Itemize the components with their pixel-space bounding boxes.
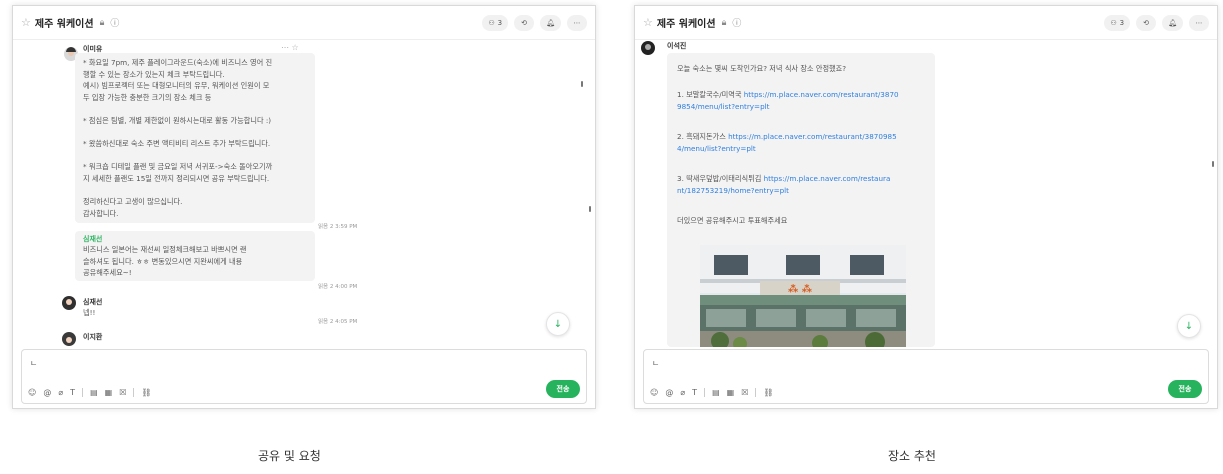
reply-text: 비즈니스 일본어는 재선씨 일정체크해보고 바쁘시면 랜 슬하셔도 됩니다. ㅎ…	[83, 245, 247, 278]
notification-button[interactable]: 🔔︎	[540, 14, 561, 31]
reply-bubble: 심재선 비즈니스 일본어는 재선씨 일정체크해보고 바쁘시면 랜 슬하셔도 됩니…	[75, 231, 315, 281]
mention-icon[interactable]: @	[665, 388, 673, 397]
more-button[interactable]: ⋯	[1189, 14, 1209, 31]
members-button[interactable]: ⚇ 3	[482, 14, 509, 31]
message-list[interactable]: 이석진 오늘 숙소는 몇씨 도착인가요? 저녁 식사 장소 안정했죠? 1. 보…	[635, 41, 1217, 347]
caption-right: 장소 추천	[888, 449, 936, 463]
lock-icon: 🔒︎	[99, 17, 105, 28]
calendar-icon[interactable]: ▦	[105, 388, 113, 397]
text-format-icon[interactable]: T	[692, 388, 697, 397]
restaurant-link[interactable]: https://m.place.naver.com/restaurant/387…	[728, 132, 897, 141]
chat-header: ☆ 제주 워케이션 🔒︎ ⓘ ⚇ 3 ⟲ 🔔︎ ⋯	[13, 6, 595, 40]
restaurant-link[interactable]: 4/menu/list?entry=plt	[677, 143, 897, 155]
restaurant-link[interactable]: https://m.place.naver.com/restaura	[764, 174, 891, 183]
composer-toolbar: ☺ @ ⌀ T ▤ ▦ ☒ ⛓︎	[28, 388, 152, 397]
svg-text:⁂ ⁂: ⁂ ⁂	[788, 283, 813, 295]
scrollbar-thumb[interactable]	[581, 81, 583, 87]
message-input[interactable]: ㄴ	[30, 358, 37, 369]
chat-header: ☆ 제주 워케이션 🔒︎ ⓘ ⚇ 3 ⟲ 🔔︎ ⋯	[635, 6, 1217, 40]
chat-title: 제주 워케이션	[34, 19, 94, 30]
restaurant-link[interactable]: https://m.place.naver.com/restaurant/387…	[744, 90, 899, 99]
note-icon[interactable]: ▤	[712, 388, 720, 397]
message-intro: 오늘 숙소는 몇씨 도착인가요? 저녁 식사 장소 안정했죠?	[677, 64, 847, 73]
restaurant-photo[interactable]: ⁂ ⁂	[700, 245, 906, 347]
message-bubble: 오늘 숙소는 몇씨 도착인가요? 저녁 식사 장소 안정했죠? 1. 보말칼국수…	[667, 53, 935, 347]
sender-name: 이지환	[83, 333, 103, 341]
calendar-icon[interactable]: ▦	[727, 388, 735, 397]
sync-icon: ⟲	[521, 18, 528, 27]
members-icon: ⚇	[1110, 18, 1117, 27]
star-icon[interactable]: ☆	[643, 16, 653, 29]
send-button[interactable]: 전송	[1168, 380, 1202, 398]
info-icon[interactable]: ⓘ	[110, 16, 119, 29]
read-timestamp: 읽음 2 3:59 PM	[318, 224, 358, 230]
restaurant-link[interactable]: nt/182753219/home?entry=plt	[677, 185, 890, 197]
note-icon[interactable]: ▤	[90, 388, 98, 397]
composer-toolbar: ☺ @ ⌀ T ▤ ▦ ☒ ⛓︎	[650, 388, 774, 397]
reply-sender: 심재선	[83, 235, 103, 243]
members-button[interactable]: ⚇ 3	[1104, 14, 1131, 31]
bell-icon: 🔔︎	[1168, 18, 1177, 27]
message-composer[interactable]: ㄴ ☺ @ ⌀ T ▤ ▦ ☒ ⛓︎ 전송	[643, 349, 1209, 404]
message-list[interactable]: 이미유 ⋯ ☆ * 화요일 7pm, 제주 플레이그라운드(숙소)에 비즈니스 …	[13, 41, 595, 347]
more-icon: ⋯	[573, 18, 581, 27]
scroll-to-bottom-button[interactable]: ↓	[1177, 314, 1201, 338]
sender-name: 심재선	[83, 298, 103, 306]
read-timestamp: 읽음 2 4:05 PM	[318, 319, 358, 325]
vote-icon[interactable]: ☒	[741, 388, 748, 397]
sync-button[interactable]: ⟲	[514, 14, 535, 31]
sender-name: 이석진	[667, 42, 687, 50]
chat-title: 제주 워케이션	[656, 19, 716, 30]
scrollbar-thumb[interactable]	[589, 206, 591, 212]
caption-left: 공유 및 요청	[258, 449, 321, 463]
chat-window-right: ☆ 제주 워케이션 🔒︎ ⓘ ⚇ 3 ⟲ 🔔︎ ⋯ 이석진 오늘 숙소는 몇씨 도…	[634, 5, 1218, 409]
more-icon: ⋯	[1195, 18, 1203, 27]
members-icon: ⚇	[488, 18, 495, 27]
restaurant-item: 1. 보말칼국수/미역국 https://m.place.naver.com/r…	[677, 90, 899, 113]
sync-button[interactable]: ⟲	[1136, 14, 1157, 31]
message-input[interactable]: ㄴ	[652, 358, 659, 369]
message-text: 넵!!	[83, 308, 96, 317]
sync-icon: ⟲	[1143, 18, 1150, 27]
text-format-icon[interactable]: T	[70, 388, 75, 397]
avatar[interactable]	[641, 41, 655, 55]
more-icon[interactable]: ⋯ ☆	[281, 43, 299, 52]
avatar[interactable]	[62, 332, 76, 346]
info-icon[interactable]: ⓘ	[732, 16, 741, 29]
link-icon[interactable]: ⛓︎	[763, 388, 773, 397]
message-composer[interactable]: ㄴ ☺ @ ⌀ T ▤ ▦ ☒ ⛓︎ 전송	[21, 349, 587, 404]
emoji-icon[interactable]: ☺	[28, 388, 36, 397]
notification-button[interactable]: 🔔︎	[1162, 14, 1183, 31]
chat-window-left: ☆ 제주 워케이션 🔒︎ ⓘ ⚇ 3 ⟲ 🔔︎ ⋯ 이미유 ⋯ ☆ * 화요일 7…	[12, 5, 596, 409]
scroll-to-bottom-button[interactable]: ↓	[546, 312, 570, 336]
bell-icon: 🔔︎	[546, 18, 555, 27]
mention-icon[interactable]: @	[43, 388, 51, 397]
avatar[interactable]	[62, 296, 76, 310]
lock-icon: 🔒︎	[721, 17, 727, 28]
send-button[interactable]: 전송	[546, 380, 580, 398]
restaurant-item: 3. 딱새우덮밥/이태리식튀김 https://m.place.naver.co…	[677, 174, 891, 197]
message-outro: 더있으면 공유해주시고 투표해주세요	[677, 216, 788, 225]
more-button[interactable]: ⋯	[567, 14, 587, 31]
vote-icon[interactable]: ☒	[119, 388, 126, 397]
read-timestamp: 읽음 2 4:00 PM	[318, 284, 358, 290]
message-text: * 화요일 7pm, 제주 플레이그라운드(숙소)에 비즈니스 영어 진 행할 …	[83, 58, 273, 218]
link-icon[interactable]: ⛓︎	[141, 388, 151, 397]
restaurant-link[interactable]: 9854/menu/list?entry=plt	[677, 101, 899, 113]
message-bubble: * 화요일 7pm, 제주 플레이그라운드(숙소)에 비즈니스 영어 진 행할 …	[75, 53, 315, 223]
attach-icon[interactable]: ⌀	[58, 388, 63, 397]
scrollbar-thumb[interactable]	[1212, 161, 1214, 167]
star-icon[interactable]: ☆	[21, 16, 31, 29]
emoji-icon[interactable]: ☺	[650, 388, 658, 397]
restaurant-item: 2. 흑돼지돈가스 https://m.place.naver.com/rest…	[677, 132, 897, 155]
attach-icon[interactable]: ⌀	[680, 388, 685, 397]
